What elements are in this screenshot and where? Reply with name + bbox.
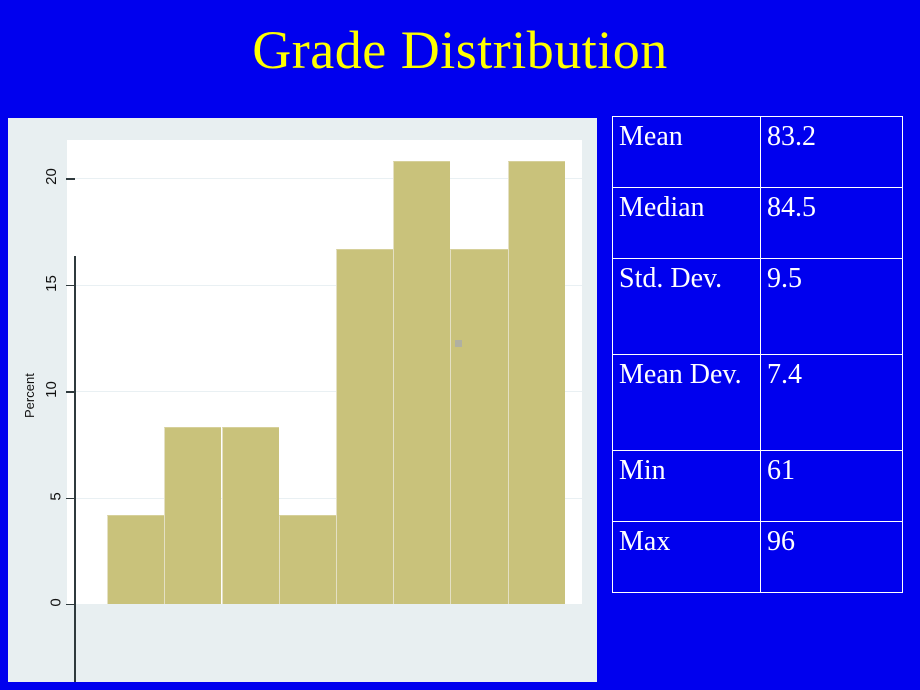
table-row: Min 61 [612, 450, 903, 522]
y-axis-line [74, 256, 76, 682]
histogram-chart-panel: 05101520 60708090100 Percent var6 [8, 118, 597, 682]
table-row: Mean Dev. 7.4 [612, 354, 903, 451]
table-row: Max 96 [612, 521, 903, 593]
histogram-bar [221, 426, 279, 604]
y-axis-tick [66, 178, 75, 180]
histogram-bar [450, 249, 508, 604]
stat-label-cell: Max [612, 521, 761, 593]
table-row: Mean 83.2 [612, 116, 903, 188]
stat-label-cell: Median [612, 187, 761, 259]
stat-value-cell: 9.5 [760, 258, 903, 355]
y-axis-label: Percent [22, 373, 37, 418]
y-axis-tick [66, 284, 75, 287]
stat-value-cell: 96 [760, 521, 903, 593]
stat-value-cell: 84.5 [760, 187, 903, 259]
summary-statistics-table: Mean 83.2 Median 84.5 Std. Dev. 9.5 Mean Dev. 7… [612, 116, 903, 593]
stat-label-cell: Mean [612, 116, 761, 188]
y-axis-tick [66, 497, 75, 499]
stat-label-cell: Std. Dev. [612, 258, 761, 355]
render-artifact-dot [455, 340, 462, 347]
plot-area [67, 140, 582, 604]
y-axis-tick-label: 15 [43, 274, 61, 292]
histogram-bar [164, 426, 222, 604]
table-row: Std. Dev. 9.5 [612, 258, 903, 355]
stat-value-cell: 7.4 [760, 354, 903, 451]
y-axis-tick-label: 20 [43, 168, 61, 186]
histogram-bar [335, 249, 394, 604]
stat-value-cell: 61 [760, 450, 903, 522]
histogram-bar [507, 160, 565, 604]
stat-label-cell: Mean Dev. [612, 354, 761, 451]
y-axis-tick-label: 5 [47, 491, 65, 501]
gridline [67, 178, 582, 180]
table-row: Median 84.5 [612, 187, 903, 259]
histogram-bar [278, 515, 336, 604]
histogram-bar [393, 160, 451, 604]
slide-canvas: Grade Distribution 05101520 60708090100 … [0, 0, 920, 690]
y-axis-tick-label: 0 [47, 598, 65, 607]
histogram-bar [107, 515, 165, 604]
page-title: Grade Distribution [252, 20, 668, 80]
stat-label-cell: Min [612, 450, 761, 522]
y-axis-tick [66, 604, 75, 606]
stat-value-cell: 83.2 [760, 116, 903, 188]
y-axis-tick [66, 391, 75, 393]
